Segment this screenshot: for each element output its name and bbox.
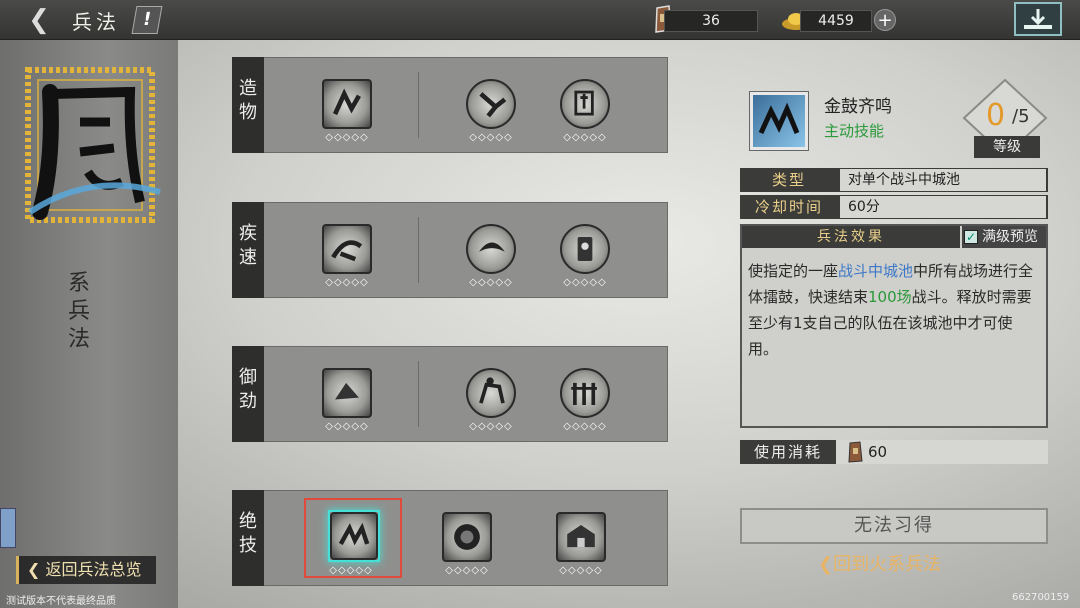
gold-value: 4459: [800, 10, 872, 32]
skill-level-diamonds: ◇◇◇◇◇: [445, 565, 489, 576]
row-label-speed: 疾速: [232, 202, 264, 298]
build-id: 662700159: [1012, 592, 1070, 603]
skill-level-diamonds: ◇◇◇◇◇: [469, 132, 513, 143]
skill-icon-craft-1[interactable]: [322, 79, 372, 129]
row-divider: [418, 72, 419, 138]
skill-level-diamonds: ◇◇◇◇◇: [325, 421, 369, 432]
skill-level-diamonds: ◇◇◇◇◇: [563, 421, 607, 432]
effect-highlight-target: 战斗中城池: [838, 262, 914, 280]
return-overview-button[interactable]: ❮ 返回兵法总览: [16, 556, 156, 584]
side-tab[interactable]: [0, 508, 16, 548]
type-row: 类型 对单个战斗中城池: [740, 168, 1048, 192]
cooldown-row: 冷却时间 60分: [740, 195, 1048, 219]
skill-icon-drum-charge[interactable]: [330, 512, 378, 560]
effect-highlight-count: 100场: [868, 288, 912, 306]
cooldown-key: 冷却时间: [754, 198, 823, 216]
skill-kind: 主动技能: [824, 122, 885, 140]
skill-level-diamonds: ◇◇◇◇◇: [559, 565, 603, 576]
level-current: 0: [986, 98, 1006, 133]
skill-name: 金鼓齐鸣: [824, 97, 892, 117]
resource-token-value: 36: [664, 10, 758, 32]
row-label-ultimate: 绝技: [232, 490, 264, 586]
effect-description: 使指定的一座战斗中城池中所有战场进行全体擂鼓，快速结束100场战斗。释放时需要至…: [748, 258, 1038, 362]
learn-button[interactable]: 无法习得: [740, 508, 1048, 544]
skill-level-diamonds: ◇◇◇◇◇: [329, 565, 373, 576]
selected-skill-icon: [749, 91, 809, 151]
skill-icon-ultimate-3[interactable]: [556, 512, 606, 562]
skill-icon-guard-3[interactable]: [560, 368, 610, 418]
download-scroll-icon[interactable]: [1014, 2, 1062, 36]
skill-level-diamonds: ◇◇◇◇◇: [325, 277, 369, 288]
skill-level-diamonds: ◇◇◇◇◇: [469, 421, 513, 432]
cooldown-value: 60分: [840, 196, 1046, 218]
skill-icon-guard-2[interactable]: [466, 368, 516, 418]
cost-label: 使用消耗: [740, 440, 836, 464]
add-gold-button[interactable]: +: [874, 9, 896, 31]
skill-icon-speed-1[interactable]: [322, 224, 372, 274]
back-arrow-icon[interactable]: ❮: [22, 6, 56, 34]
skill-icon-craft-2[interactable]: [466, 79, 516, 129]
skill-icon-craft-3[interactable]: [560, 79, 610, 129]
return-fire-school-link[interactable]: ❮回到火系兵法: [818, 550, 941, 576]
skill-icon-guard-1[interactable]: [322, 368, 372, 418]
skill-icon-speed-3[interactable]: [560, 224, 610, 274]
effect-text-part: 使指定的一座: [748, 262, 839, 280]
skill-icon-ultimate-2[interactable]: [442, 512, 492, 562]
test-version-disclaimer: 测试版本不代表最终品质: [6, 596, 116, 607]
wind-school-emblem: [25, 67, 161, 223]
row-divider: [418, 217, 419, 283]
skill-level-diamonds: ◇◇◇◇◇: [563, 132, 607, 143]
preview-checkbox[interactable]: ✓: [964, 230, 978, 244]
token-icon: [848, 441, 863, 463]
skill-icon-speed-2[interactable]: [466, 224, 516, 274]
preview-label: 满级预览: [982, 229, 1038, 245]
type-key: 类型: [771, 171, 806, 189]
level-label: 等级: [974, 136, 1040, 158]
row-label-craft: 造物: [232, 57, 264, 153]
row-divider: [418, 361, 419, 427]
row-label-guard: 御劲: [232, 346, 264, 442]
return-fire-label: 回到火系兵法: [833, 554, 942, 575]
school-label: 系兵法: [68, 271, 91, 352]
info-button[interactable]: !: [131, 6, 163, 34]
return-overview-label: 返回兵法总览: [45, 560, 142, 579]
skill-level-diamonds: ◇◇◇◇◇: [563, 277, 607, 288]
skill-level-diamonds: ◇◇◇◇◇: [325, 132, 369, 143]
page-title: 兵法: [72, 10, 120, 34]
cost-value: 60: [868, 443, 888, 461]
level-max: /5: [1012, 106, 1030, 127]
type-value: 对单个战斗中城池: [840, 169, 1046, 191]
skill-level-diamonds: ◇◇◇◇◇: [469, 277, 513, 288]
effect-header: 兵法效果: [742, 226, 960, 248]
